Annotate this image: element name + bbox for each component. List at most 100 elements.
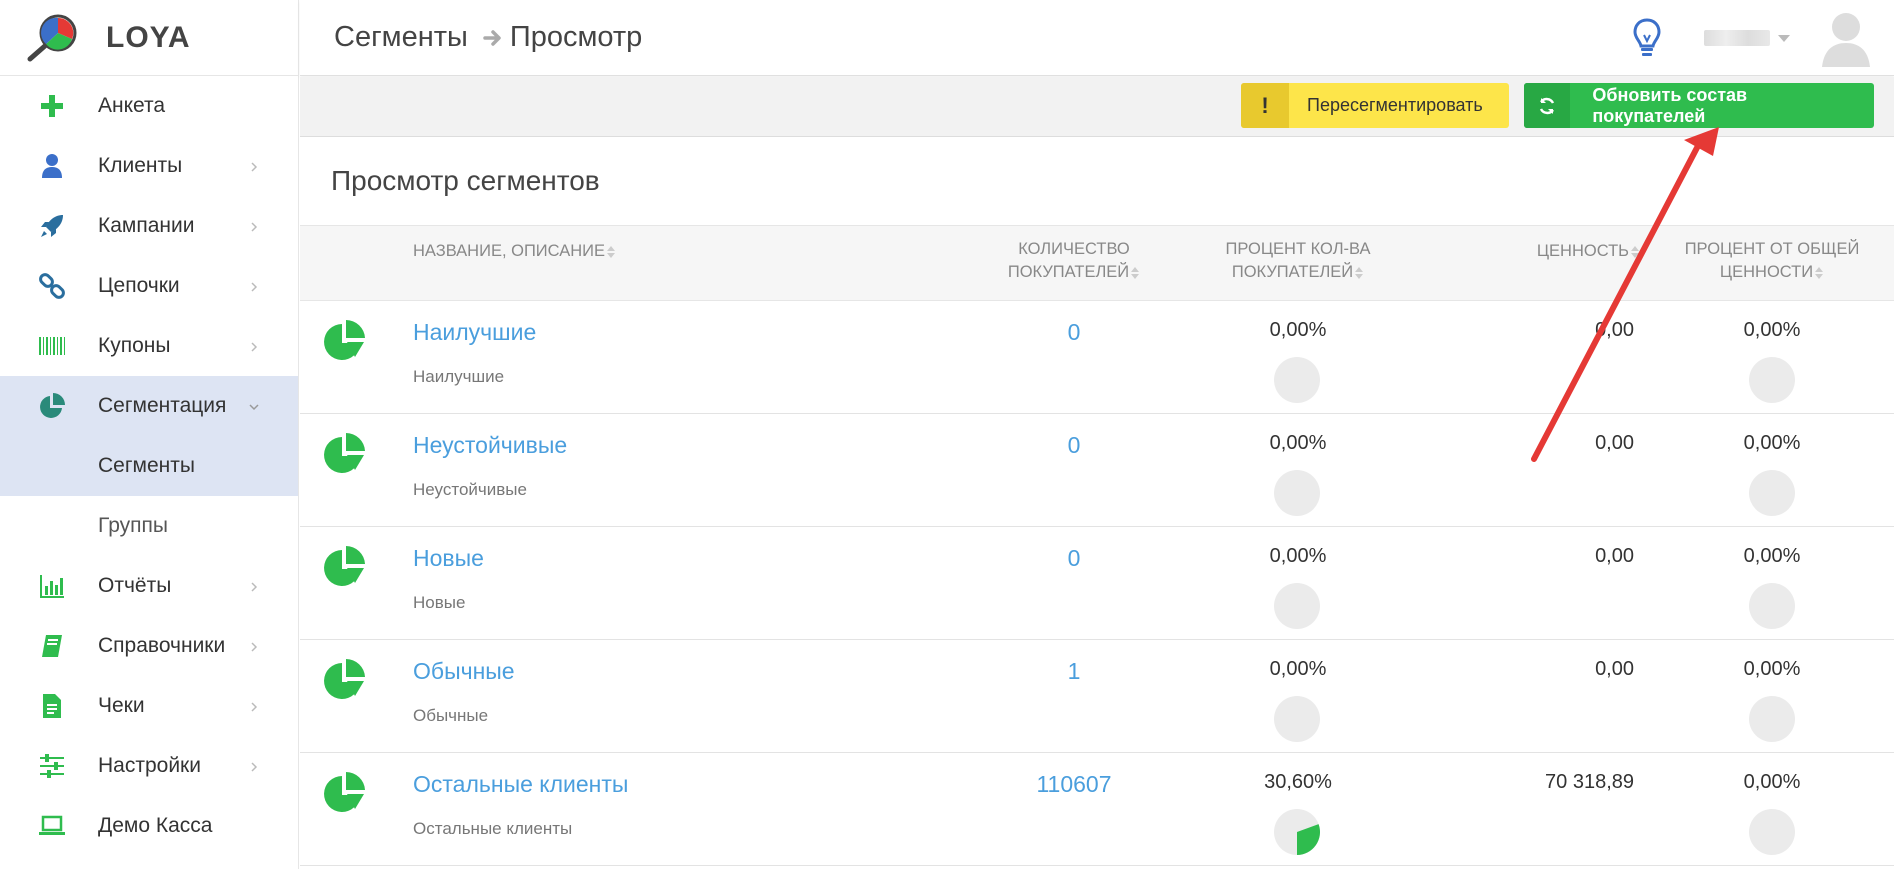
percent-pie-chart xyxy=(1274,696,1320,742)
segment-icon xyxy=(322,769,368,815)
segments-table: НАЗВАНИЕ, ОПИСАНИЕ КОЛИЧЕСТВО ПОКУПАТЕЛЕ… xyxy=(300,225,1894,866)
sidebar: LOYA Анкета Клиенты Кампании Цепочки Купоны С… xyxy=(0,0,299,869)
sidebar-item-rocket[interactable]: Кампании xyxy=(0,196,298,256)
chevron-right-icon xyxy=(248,220,260,232)
column-header-value-percent[interactable]: ПРОЦЕНТ ОТ ОБЩЕЙ ЦЕННОСТИ xyxy=(1672,238,1872,284)
user-icon xyxy=(36,150,68,182)
column-header-value-percent-line1: ПРОЦЕНТ ОТ ОБЩЕЙ xyxy=(1684,240,1860,258)
percent-pie-chart xyxy=(1274,809,1320,855)
segment-name-link[interactable]: Неустойчивые xyxy=(413,432,567,459)
segment-name-link[interactable]: Новые xyxy=(413,545,484,572)
chevron-right-icon xyxy=(248,700,260,712)
breadcrumb: Сегменты Просмотр xyxy=(300,21,642,54)
sidebar-item-sub-7[interactable]: Группы xyxy=(0,496,298,556)
sidebar-item-label: Справочники xyxy=(98,634,226,657)
sort-icon xyxy=(1631,245,1639,258)
column-header-name-label: НАЗВАНИЕ, ОПИСАНИЕ xyxy=(413,242,606,260)
sidebar-item-label: Анкета xyxy=(98,94,166,117)
segment-pie-icon xyxy=(324,319,365,360)
value-percent-pie xyxy=(1749,357,1795,403)
table-header: НАЗВАНИЕ, ОПИСАНИЕ КОЛИЧЕСТВО ПОКУПАТЕЛЕ… xyxy=(300,225,1894,301)
column-header-name[interactable]: НАЗВАНИЕ, ОПИСАНИЕ xyxy=(413,240,616,263)
segment-description: Наилучшие xyxy=(413,367,505,386)
chevron-right-icon xyxy=(248,760,260,772)
percent-pie xyxy=(1274,696,1320,742)
refresh-icon xyxy=(1524,83,1571,128)
value-percent-pie-chart xyxy=(1749,696,1795,742)
column-header-count[interactable]: КОЛИЧЕСТВО ПОКУПАТЕЛЕЙ xyxy=(984,238,1164,284)
segment-icon xyxy=(322,430,368,476)
sidebar-item-label: Группы xyxy=(98,514,168,537)
breadcrumb-item-segments[interactable]: Сегменты xyxy=(334,21,468,54)
sidebar-item-plus[interactable]: Анкета xyxy=(0,76,298,136)
chevron-right-icon xyxy=(248,340,260,352)
sidebar-item-barcode[interactable]: Купоны xyxy=(0,316,298,376)
chevron-down-icon xyxy=(248,400,260,412)
sidebar-item-label: Отчёты xyxy=(98,574,172,597)
segment-description: Неустойчивые xyxy=(413,480,527,499)
sidebar-item-receipt[interactable]: Чеки xyxy=(0,676,298,736)
percent-pie-chart xyxy=(1274,357,1320,403)
segment-name-link[interactable]: Наилучшие xyxy=(413,319,536,346)
table-row: Остальные клиенты Остальные клиенты 1106… xyxy=(300,753,1894,866)
barcode-icon xyxy=(36,330,68,362)
sidebar-item-bar-chart[interactable]: Отчёты xyxy=(0,556,298,616)
percent-pie xyxy=(1274,583,1320,629)
column-header-percent[interactable]: ПРОЦЕНТ КОЛ-ВА ПОКУПАТЕЛЕЙ xyxy=(1198,238,1398,284)
laptop-icon xyxy=(36,810,68,842)
sidebar-item-label: Чеки xyxy=(98,694,145,717)
value-percent-pie xyxy=(1749,696,1795,742)
sidebar-item-pie-chart[interactable]: Сегментация xyxy=(0,376,298,436)
logo-icon xyxy=(27,14,77,61)
sidebar-item-user[interactable]: Клиенты xyxy=(0,136,298,196)
table-row: Неустойчивые Неустойчивые 0 0,00% 0,00 0… xyxy=(300,414,1894,527)
segment-count-link[interactable]: 0 xyxy=(984,545,1164,572)
segment-value-percent: 0,00% xyxy=(1743,432,1801,454)
segment-count-link[interactable]: 0 xyxy=(984,319,1164,346)
sidebar-item-label: Сегменты xyxy=(98,454,195,477)
percent-pie xyxy=(1274,357,1320,403)
sidebar-item-label: Настройки xyxy=(98,754,201,777)
sidebar-item-chain[interactable]: Цепочки xyxy=(0,256,298,316)
chevron-right-icon xyxy=(248,640,260,652)
sidebar-item-book[interactable]: Справочники xyxy=(0,616,298,676)
table-row: Новые Новые 0 0,00% 0,00 0,00% xyxy=(300,527,1894,640)
segment-value-percent: 0,00% xyxy=(1743,545,1801,567)
value-percent-pie xyxy=(1749,809,1795,855)
sidebar-item-sub-6[interactable]: Сегменты xyxy=(0,436,298,496)
segment-description: Новые xyxy=(413,593,466,612)
sidebar-item-label: Клиенты xyxy=(98,154,183,177)
header-actions xyxy=(1632,0,1872,76)
segment-count-link[interactable]: 1 xyxy=(984,658,1164,685)
arrow-right-icon xyxy=(483,29,501,46)
segment-percent: 0,00% xyxy=(1269,545,1327,567)
segment-count-link[interactable]: 110607 xyxy=(984,771,1164,798)
table-row: Наилучшие Наилучшие 0 0,00% 0,00 0,00% xyxy=(300,301,1894,414)
segment-value: 0,00 xyxy=(1595,658,1634,680)
value-percent-pie xyxy=(1749,470,1795,516)
resegment-button[interactable]: ! Пересегментировать xyxy=(1241,83,1509,128)
segment-value: 70 318,89 xyxy=(1545,771,1634,793)
percent-pie xyxy=(1274,470,1320,516)
sidebar-item-label: Купоны xyxy=(98,334,171,357)
brand-name: LOYA xyxy=(106,20,191,54)
column-header-value-percent-line2: ЦЕННОСТИ xyxy=(1719,263,1814,281)
segment-name-link[interactable]: Обычные xyxy=(413,658,515,685)
avatar[interactable] xyxy=(1820,9,1872,67)
lightbulb-icon[interactable] xyxy=(1632,17,1662,59)
segment-value-percent: 0,00% xyxy=(1743,658,1801,680)
page-title: Просмотр сегментов xyxy=(331,165,600,196)
sidebar-item-sliders[interactable]: Настройки xyxy=(0,736,298,796)
sort-icon xyxy=(607,245,616,258)
user-menu[interactable] xyxy=(1704,30,1790,46)
book-icon xyxy=(36,630,68,662)
segment-name-link[interactable]: Остальные клиенты xyxy=(413,771,628,798)
segment-count-link[interactable]: 0 xyxy=(984,432,1164,459)
bar-chart-icon xyxy=(36,570,68,602)
column-header-value[interactable]: ЦЕННОСТЬ xyxy=(1520,240,1640,263)
update-customers-button[interactable]: Обновить состав покупателей xyxy=(1524,83,1874,128)
brand[interactable]: LOYA xyxy=(0,0,298,76)
sidebar-item-laptop[interactable]: Демо Касса xyxy=(0,796,298,856)
value-percent-pie-chart xyxy=(1749,583,1795,629)
percent-pie xyxy=(1274,809,1320,855)
